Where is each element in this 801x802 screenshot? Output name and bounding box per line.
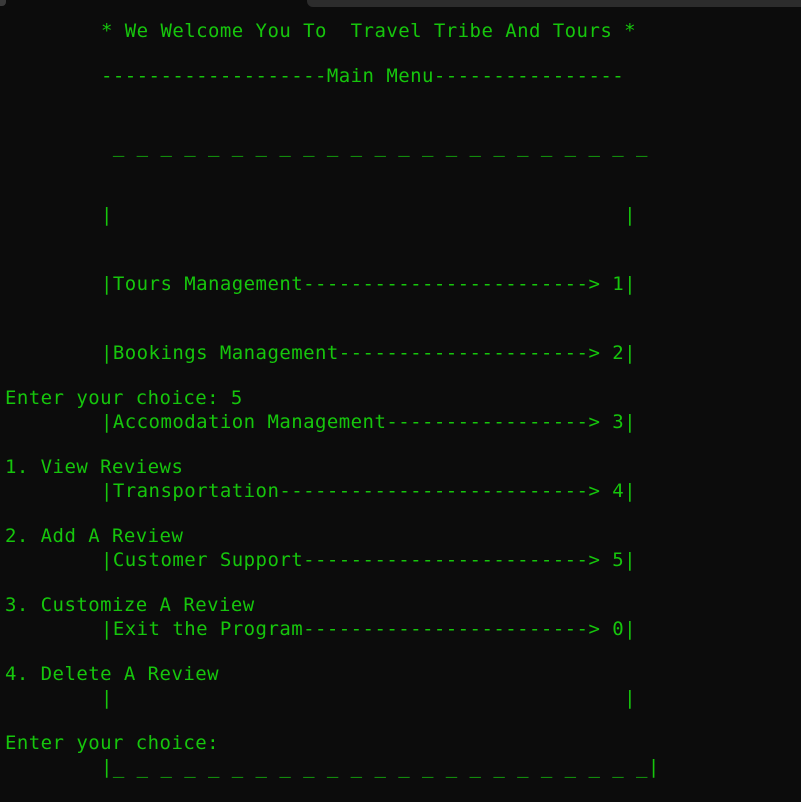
window-tab-right [307, 0, 801, 7]
review-option-delete: 4. Delete A Review [5, 663, 220, 685]
review-option-view: 1. View Reviews [5, 456, 184, 478]
review-option-add: 2. Add A Review [5, 525, 184, 547]
menu-item-tours: |Tours Management-----------------------… [101, 273, 637, 295]
menu-box-blank-line: | | [101, 204, 637, 226]
review-option-customize: 3. Customize A Review [5, 594, 255, 616]
welcome-banner: * We Welcome You To Travel Tribe And Tou… [101, 20, 637, 42]
main-menu-header: -------------------Main Menu------------… [101, 65, 625, 87]
menu-box-top-border: _ _ _ _ _ _ _ _ _ _ _ _ _ _ _ _ _ _ _ _ … [101, 135, 648, 157]
terminal-session: Enter your choice: 5 1. View Reviews 2. … [5, 341, 255, 778]
window-top-bar [0, 0, 801, 9]
window-tab-left [0, 0, 6, 6]
choice-prompt-echo: Enter your choice: 5 [5, 387, 243, 409]
choice-input-prompt[interactable]: Enter your choice: [5, 732, 255, 755]
